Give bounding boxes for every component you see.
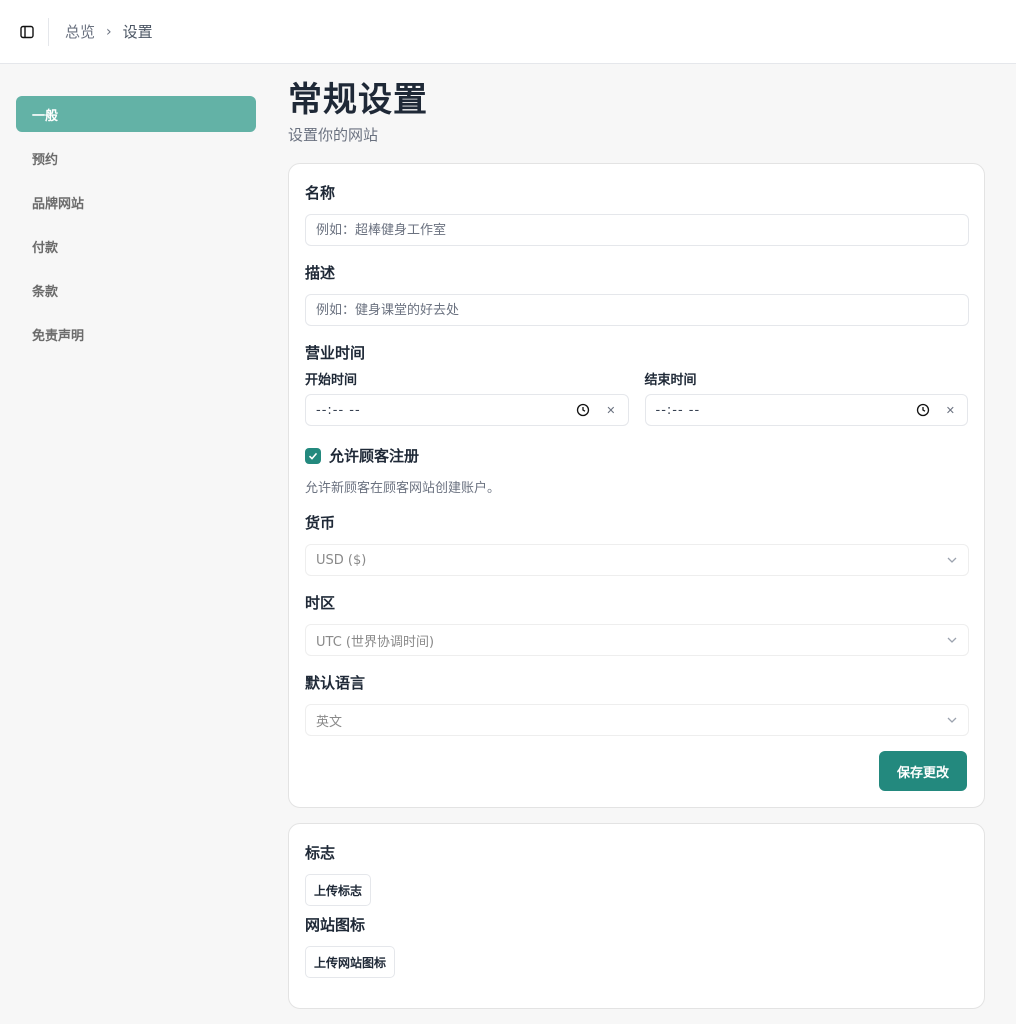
end-time-label: 结束时间 [644, 373, 697, 388]
description-label: 描述 [305, 264, 336, 282]
clock-icon[interactable] [916, 403, 930, 417]
sidebar-item-terms[interactable]: 条款 [16, 272, 256, 308]
sidebar-item-disclaimer[interactable]: 免责声明 [16, 316, 256, 352]
favicon-label: 网站图标 [305, 916, 366, 934]
upload-logo-button[interactable]: 上传标志 [305, 874, 372, 906]
page-title: 常规设置 [288, 80, 428, 120]
general-settings-card: 名称 描述 营业时间 开始时间 --:-- -- ✕ 结束时间 --:-- -- [288, 163, 985, 808]
breadcrumb-root[interactable]: 总览 [65, 21, 95, 42]
sidebar-item-label: 付款 [32, 240, 59, 256]
check-icon [308, 452, 318, 460]
sidebar-item-branded-site[interactable]: 品牌网站 [16, 184, 256, 220]
sidebar-item-label: 品牌网站 [32, 196, 85, 212]
language-value: 英文 [316, 714, 343, 730]
top-bar: 总览 › 设置 [0, 0, 1016, 64]
description-input[interactable] [305, 294, 969, 326]
start-time-label: 开始时间 [305, 373, 358, 388]
sidebar-item-label: 一般 [32, 108, 59, 124]
sidebar-item-payments[interactable]: 付款 [16, 228, 256, 264]
signup-checkbox[interactable] [305, 447, 321, 464]
save-button[interactable]: 保存更改 [879, 751, 967, 791]
currency-value: USD ($) [316, 552, 367, 568]
timezone-select[interactable]: UTC (世界协调时间) [305, 624, 969, 656]
sidebar-item-label: 条款 [32, 284, 59, 300]
sidebar-item-label: 免责声明 [32, 328, 85, 344]
timezone-value: UTC (世界协调时间) [316, 634, 435, 650]
divider [48, 17, 49, 46]
chevron-down-icon [947, 557, 957, 563]
sidebar-item-label: 预约 [32, 152, 59, 168]
end-time-input[interactable]: --:-- -- ✕ [644, 394, 968, 426]
signup-helper-text: 允许新顾客在顾客网站创建账户。 [305, 481, 501, 496]
settings-sidebar: 一般 预约 品牌网站 付款 条款 免责声明 [16, 96, 256, 360]
name-label: 名称 [305, 184, 336, 202]
currency-select[interactable]: USD ($) [305, 544, 969, 576]
language-select[interactable]: 英文 [305, 704, 969, 736]
clear-icon[interactable]: ✕ [946, 404, 955, 417]
breadcrumb-current: 设置 [122, 23, 153, 41]
signup-label[interactable]: 允许顾客注册 [329, 445, 419, 466]
start-time-value: --:-- -- [316, 402, 361, 418]
name-input[interactable] [305, 214, 969, 246]
page-header: 常规设置 设置你的网站 [288, 78, 985, 145]
sidebar-item-booking[interactable]: 预约 [16, 140, 256, 176]
chevron-down-icon [947, 637, 957, 643]
clock-icon[interactable] [576, 403, 590, 417]
page-subtitle: 设置你的网站 [288, 126, 379, 144]
sidebar-toggle-icon[interactable] [17, 22, 37, 42]
branding-card: 标志 上传标志 网站图标 上传网站图标 [288, 823, 985, 1009]
logo-label: 标志 [305, 844, 336, 862]
timezone-label: 时区 [305, 594, 336, 612]
currency-label: 货币 [305, 514, 336, 532]
chevron-down-icon [947, 717, 957, 723]
sidebar-item-general[interactable]: 一般 [16, 96, 256, 132]
clear-icon[interactable]: ✕ [606, 404, 615, 417]
upload-favicon-button[interactable]: 上传网站图标 [305, 946, 396, 978]
breadcrumb-separator: › [106, 23, 112, 40]
start-time-input[interactable]: --:-- -- ✕ [305, 394, 629, 426]
end-time-value: --:-- -- [655, 402, 701, 418]
language-label: 默认语言 [305, 674, 366, 692]
business-hours-label: 营业时间 [305, 344, 366, 362]
